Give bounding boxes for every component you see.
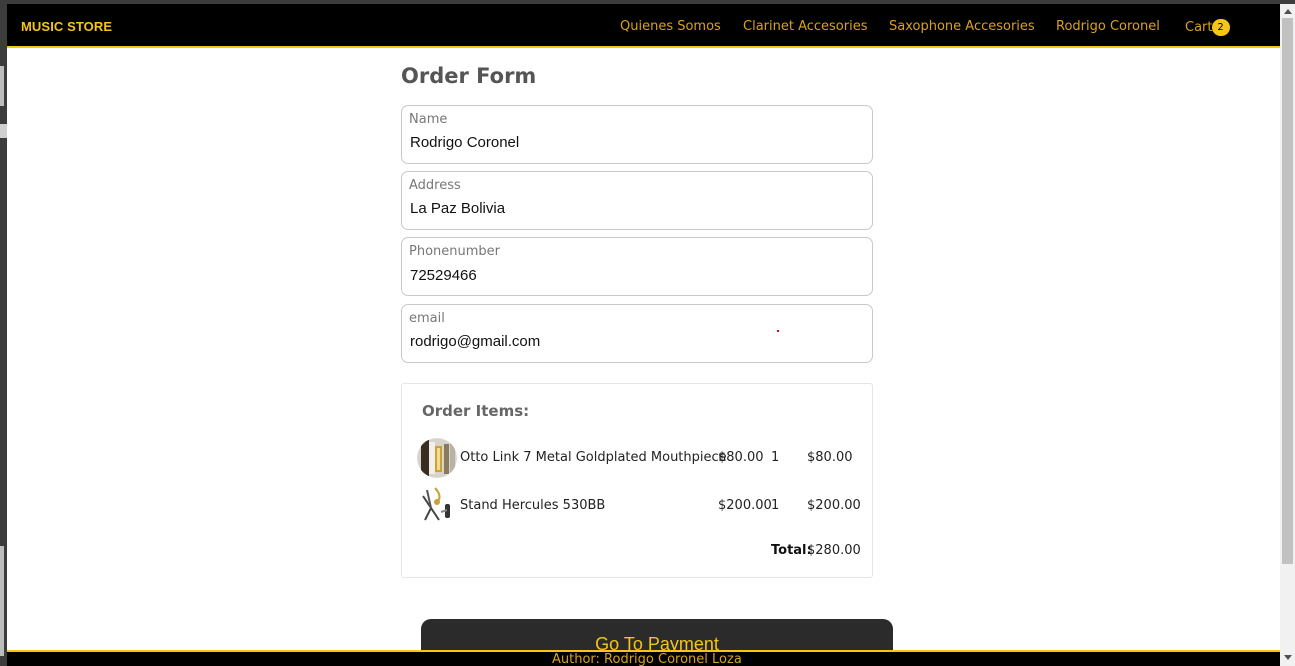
email-field[interactable]: email (401, 304, 873, 363)
item-name: Stand Hercules 530BB (460, 498, 606, 513)
nav-link-saxophone-accesories[interactable]: Saxophone Accesories (889, 19, 1035, 34)
name-field-label: Name (409, 112, 448, 127)
navbar: MUSIC STORE Quienes Somos Clarinet Acces… (7, 4, 1280, 48)
total-label: Total: (771, 543, 812, 558)
brand-logo[interactable]: MUSIC STORE (21, 19, 112, 34)
validation-dot (777, 330, 779, 332)
address-field-label: Address (409, 178, 461, 193)
nav-link-user[interactable]: Rodrigo Coronel (1056, 19, 1160, 34)
order-items-title: Order Items: (422, 402, 530, 420)
order-item-row: Stand Hercules 530BB $200.00 1 $200.00 (402, 486, 872, 526)
email-field-label: email (409, 311, 445, 326)
stand-thumbnail-icon (417, 486, 457, 526)
mouthpiece-thumbnail-icon (417, 438, 457, 478)
scroll-thumb[interactable] (1282, 18, 1293, 564)
vertical-scrollbar[interactable] (1280, 4, 1295, 666)
name-field[interactable]: Name (401, 105, 873, 164)
phone-field[interactable]: Phonenumber (401, 237, 873, 296)
cart-count-badge: 2 (1211, 19, 1230, 36)
phone-input[interactable] (410, 267, 850, 284)
item-price: $80.00 (718, 450, 764, 465)
address-field[interactable]: Address (401, 171, 873, 230)
order-item-row: Otto Link 7 Metal Goldplated Mouthpiece … (402, 438, 872, 478)
item-quantity: 1 (771, 498, 780, 513)
item-subtotal: $80.00 (807, 450, 853, 465)
item-quantity: 1 (771, 450, 780, 465)
window-edge-mark (0, 546, 4, 656)
cart-label: Cart (1185, 20, 1213, 35)
email-input[interactable] (410, 333, 850, 350)
footer-author: Author: Rodrigo Coronel Loza (552, 652, 742, 666)
window-edge-mark (0, 66, 4, 106)
scroll-up-arrow-icon[interactable] (1284, 9, 1292, 14)
nav-link-quienes-somos[interactable]: Quienes Somos (620, 19, 721, 34)
name-input[interactable] (410, 134, 850, 151)
item-price: $200.00 (718, 498, 772, 513)
order-items-card: Order Items: Otto Link 7 Metal Goldplate… (401, 383, 873, 578)
page-title: Order Form (401, 64, 537, 88)
phone-field-label: Phonenumber (409, 244, 501, 259)
scroll-down-arrow-icon[interactable] (1284, 655, 1292, 660)
window-edge-mark (0, 124, 7, 138)
nav-link-cart[interactable]: Cart 2 (1185, 19, 1230, 36)
total-value: $280.00 (807, 543, 861, 558)
address-input[interactable] (410, 200, 850, 217)
window-left-edge (0, 0, 7, 666)
item-subtotal: $200.00 (807, 498, 861, 513)
footer: Author: Rodrigo Coronel Loza (7, 650, 1280, 666)
nav-link-clarinet-accesories[interactable]: Clarinet Accesories (743, 19, 868, 34)
item-name: Otto Link 7 Metal Goldplated Mouthpiece (460, 450, 727, 465)
